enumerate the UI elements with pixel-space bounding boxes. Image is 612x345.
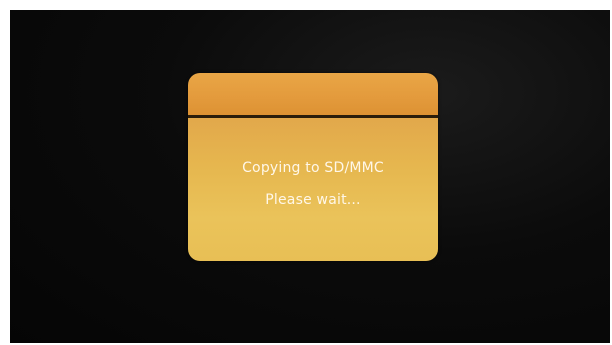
- please-wait-text: Please wait...: [265, 192, 361, 208]
- copy-progress-dialog: Copying to SD/MMC Please wait...: [188, 73, 438, 261]
- photo-frame: Copying to SD/MMC Please wait...: [0, 0, 612, 345]
- device-screen: Copying to SD/MMC Please wait...: [10, 10, 610, 343]
- dialog-body: Copying to SD/MMC Please wait...: [188, 118, 438, 261]
- dialog-header: [188, 73, 438, 115]
- copying-status-text: Copying to SD/MMC: [242, 160, 384, 176]
